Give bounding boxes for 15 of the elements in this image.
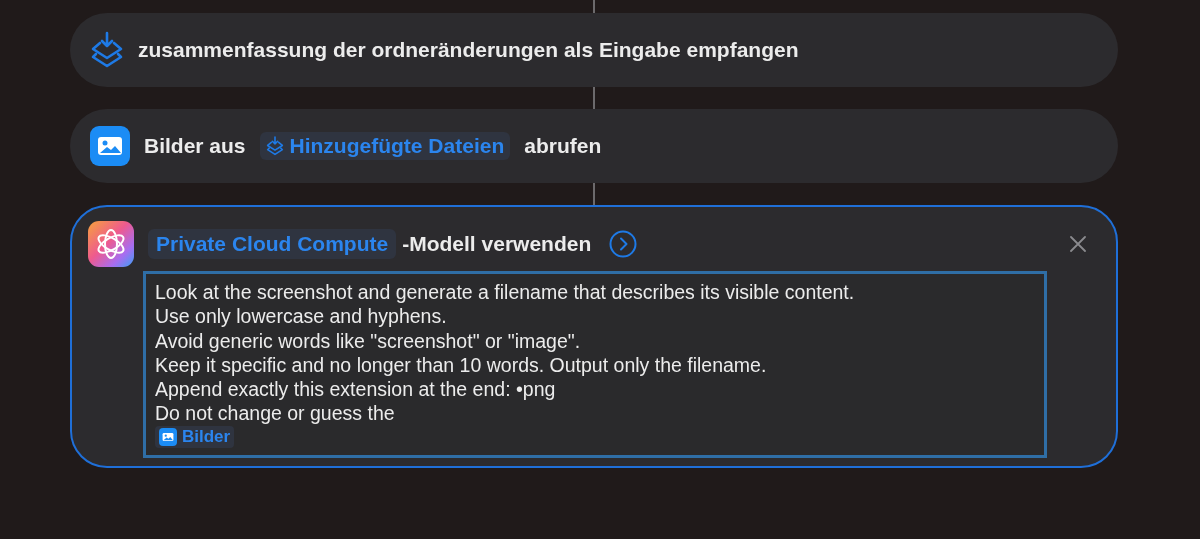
action-card[interactable] <box>70 205 1118 469</box>
prompt-field[interactable]: Look at the screenshot and generate a filename that describes its visible content. Use only lowercase and hyphens. Avoid generic words like "screenshot" or "image". Keep it specific and no longer than 10 words. Output only the filename. Append exactly this extension at the end: •png Do not change or guess the Bilder <box>143 271 1047 459</box>
action-title: zusammenfassung der ordneränderungen als Eingabe empfangen <box>138 38 799 62</box>
photo-icon <box>159 427 177 446</box>
action-card[interactable]: zusammenfassung der ordneränderungen als Eingabe empfangen <box>70 13 1118 87</box>
action-card[interactable]: Bilder aus Hinzugefügte Dateien abrufen <box>70 109 1118 183</box>
action-label: Bilder aus <box>144 134 246 158</box>
close-icon[interactable] <box>1070 236 1086 252</box>
chevron-circle-icon[interactable] <box>609 230 638 258</box>
sparkle-flower-icon <box>88 221 134 267</box>
tray-download-icon <box>90 31 124 69</box>
photo-icon <box>90 126 130 166</box>
action-label: abrufen <box>524 134 602 158</box>
tray-download-icon <box>265 136 284 156</box>
action-label: -Modell verwenden <box>402 232 592 256</box>
